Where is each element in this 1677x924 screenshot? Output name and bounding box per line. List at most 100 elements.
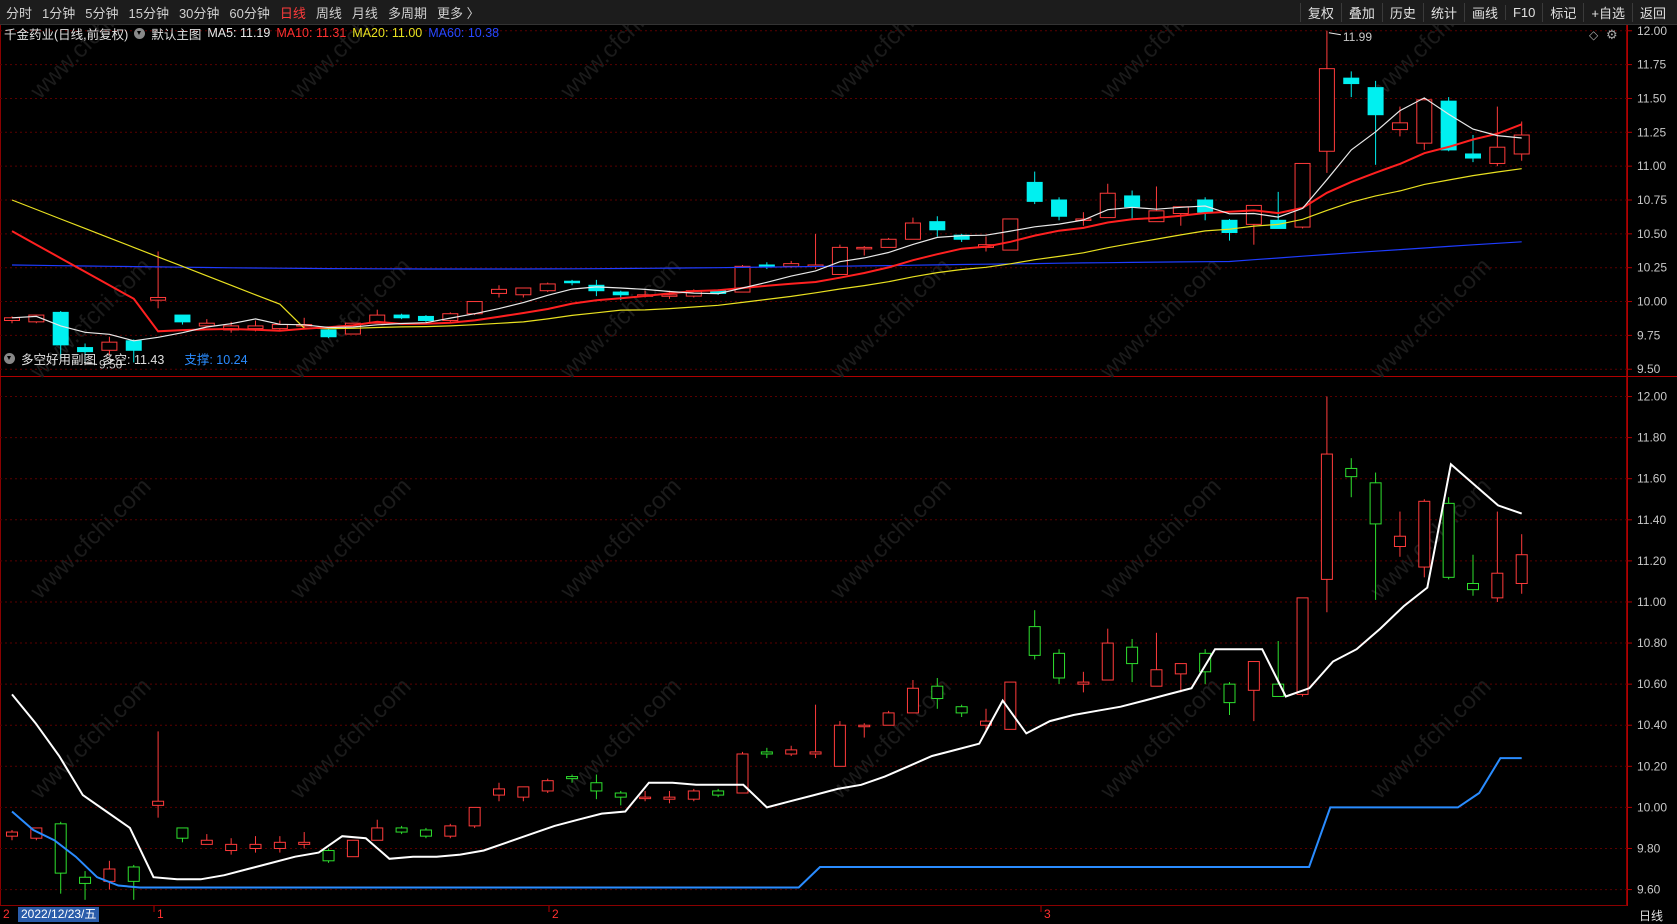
sub-candle-body [882,712,895,726]
tool-button-3[interactable]: 统计 [1422,2,1464,22]
main-candle-body [491,288,507,294]
sub-candle-body [1126,646,1139,665]
main-candle-body [1367,87,1384,116]
period-tab-9[interactable]: 多周期 [388,3,427,22]
sub-candle-body [1369,482,1382,525]
sub-candle-body [1101,642,1114,681]
watermark-text: www.cfchi.com [824,473,956,605]
diamond-icon[interactable]: ◇ [1589,28,1598,42]
ma5-value: MA5: 11.19 [207,26,271,40]
max-price-label: 11.99 [1343,30,1372,44]
period-tab-4[interactable]: 30分钟 [179,3,219,22]
sub-indicator-toggle-icon[interactable] [4,352,15,364]
period-tab-7[interactable]: 周线 [316,3,342,22]
sub-candle-body [468,806,481,827]
watermark-text: www.cfchi.com [1094,253,1226,385]
period-tab-10[interactable]: 更多 〉 [437,3,480,22]
sub-candle-body [371,827,384,841]
period-label[interactable]: 日线 [1639,907,1663,924]
main-chart-legend: 千金药业(日线,前复权) 默认主图 MA5: 11.19 MA10: 11.31… [4,24,499,42]
main-candle-body [1465,153,1481,159]
sub-candle-body [152,800,165,806]
tool-button-5[interactable]: F10 [1504,4,1542,20]
main-candle-body [588,284,605,292]
watermark-text: www.cfchi.com [1094,673,1226,805]
main-candle-body [247,325,264,330]
period-tab-8[interactable]: 月线 [352,3,378,22]
sub-candle-body [444,825,457,837]
sub-candle-body [200,839,213,845]
sub-candle-body [760,751,773,755]
sub-tick-label: 9.60 [1637,883,1661,897]
sub-candle-body [1442,502,1455,578]
sub-candle-body [955,706,968,714]
sub-candle-body [298,841,311,845]
sub-candle-body [931,685,944,700]
sub-candle-body [1150,669,1163,687]
sub-candle-body [785,749,798,755]
main-tick-label: 11.50 [1637,91,1666,105]
tool-button-1[interactable]: 叠加 [1340,2,1382,22]
kline-chart[interactable]: www.cfchi.com www.cfchi.com www.cfchi.com w… [0,0,1677,923]
duokong-line [11,462,1523,881]
ma10-value: MA10: 11.31 [276,26,347,40]
main-candle-body [1124,195,1141,208]
sub-tick-label: 11.80 [1637,431,1666,445]
gear-icon[interactable]: ⚙ [1606,27,1618,43]
sub-candle-body [1077,681,1090,685]
period-tab-1[interactable]: 1分钟 [42,3,75,22]
main-tick-label: 9.50 [1637,362,1661,376]
main-tick-label: 10.50 [1637,227,1667,241]
tool-button-8[interactable]: 返回 [1631,2,1673,22]
main-candle-body [1416,99,1433,144]
max-arrow [1328,32,1341,36]
sub-candle-body [1491,572,1504,599]
sub-tick-label: 11.00 [1637,595,1666,609]
sub-candle-body [541,780,554,792]
zhicheng-line [11,757,1522,889]
tool-buttons: 复权 叠加 历史 统计 画线 F10 标记 +自选 返回 [1299,0,1673,24]
tool-button-6[interactable]: 标记 [1542,2,1583,22]
sub-candle-body [273,841,286,849]
sub-candle-body [225,843,238,852]
period-tab-2[interactable]: 5分钟 [85,3,118,22]
main-candle-body [466,301,483,315]
sub-candle-body [322,850,335,862]
sub-indicator-name[interactable]: 多空好用副图 [21,349,96,368]
main-candle-body [1489,146,1506,164]
period-toolbar: 分时 1分钟 5分钟 15分钟 30分钟 60分钟 日线 周线 月线 多周期 更多 〉 复权 叠加 历史… [0,0,1677,25]
sub-candle-body [1028,626,1041,656]
period-tab-0[interactable]: 分时 [6,3,32,22]
watermark-text: www.cfchi.com [284,673,416,805]
main-indicator-name[interactable]: 默认主图 [151,24,201,43]
sub-candle-body [663,796,676,800]
period-tab-5[interactable]: 60分钟 [229,3,269,22]
sub-candle-body [79,876,92,884]
main-candle-body [1002,218,1019,251]
main-tick-label: 12.00 [1637,24,1667,38]
period-tab-6[interactable]: 日线 [280,3,306,22]
sub-candle-body [639,796,652,800]
main-candle-body [515,287,532,296]
main-candle-body [783,263,800,267]
sub-candle-body [346,839,359,858]
main-candle-body [4,317,20,321]
sub-candle-body [1515,554,1528,584]
tool-button-4[interactable]: 画线 [1463,2,1505,22]
sub-tick-label: 10.40 [1637,718,1667,732]
ma10-line [11,123,1523,333]
sub-candle-body [858,724,871,728]
sub-tick-label: 11.40 [1637,513,1666,527]
sub-candle-body [1393,535,1406,548]
tool-button-7[interactable]: +自选 [1583,2,1632,22]
main-candle-body [904,222,921,240]
period-tab-3[interactable]: 15分钟 [128,3,168,22]
main-candle-body [1099,192,1116,219]
sub-candle-body [1199,652,1212,673]
indicator-toggle-icon[interactable] [134,27,146,39]
sub-candle-body [906,687,919,714]
tool-button-2[interactable]: 历史 [1381,2,1423,22]
main-candle-body [198,322,215,327]
tool-button-0[interactable]: 复权 [1299,2,1341,22]
sub-candle-body [517,786,530,798]
